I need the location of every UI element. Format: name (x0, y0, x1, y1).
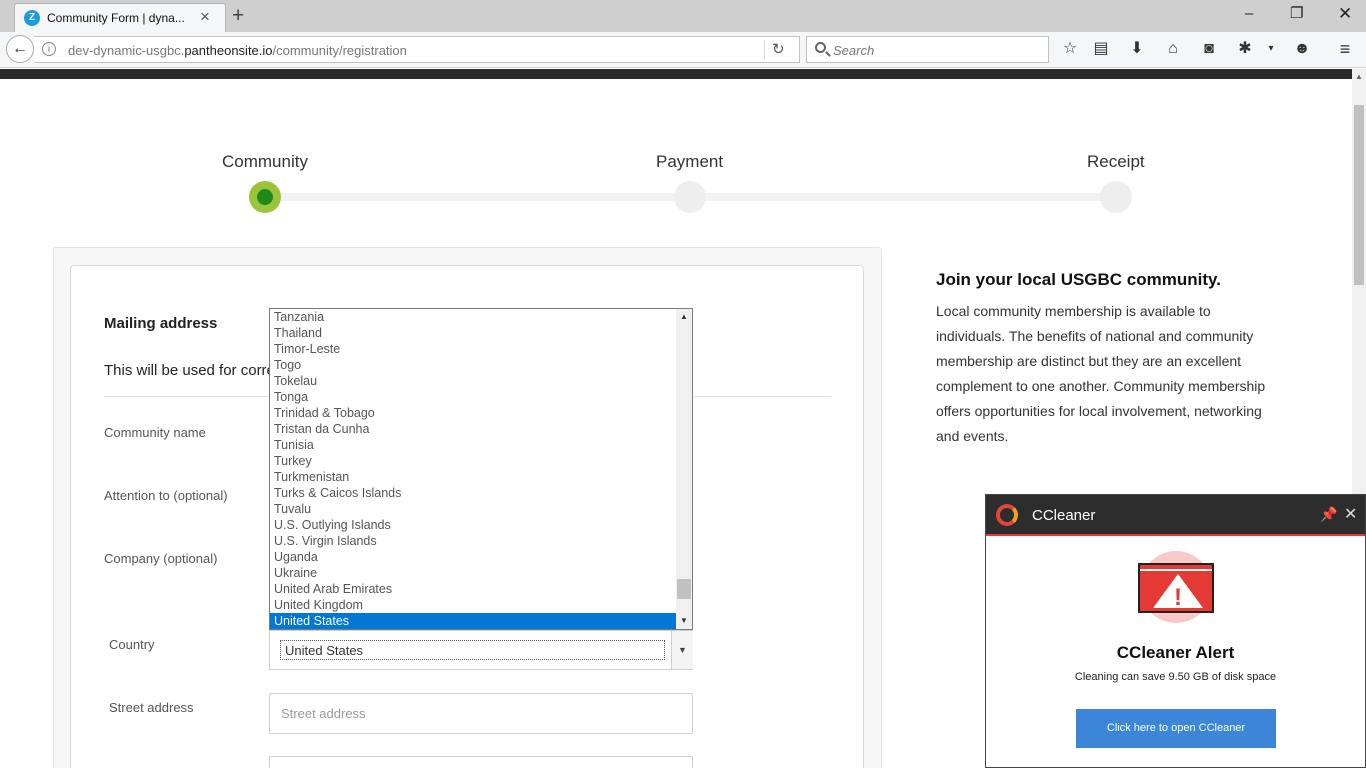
tab-close-icon[interactable]: × (200, 7, 210, 27)
navigation-bar: ← i dev-dynamic-usgbc.pantheonsite.io/co… (0, 32, 1366, 68)
section-description: This will be used for corre (104, 362, 270, 379)
menu-dropdown-icon[interactable]: ▾ (1260, 39, 1282, 59)
country-option[interactable]: Tonga (270, 389, 676, 405)
exclamation-icon: ! (1174, 584, 1182, 611)
country-option[interactable]: Turks & Caicos Islands (270, 485, 676, 501)
country-option[interactable]: Thailand (270, 325, 676, 341)
search-input[interactable]: Search (806, 36, 1049, 63)
country-option[interactable]: Tokelau (270, 373, 676, 389)
country-option[interactable]: United States (270, 613, 676, 629)
scroll-up-icon[interactable]: ▲ (1352, 69, 1366, 85)
scroll-thumb[interactable] (1354, 105, 1364, 285)
country-select-value: United States (280, 640, 665, 660)
url-text: dev-dynamic-usgbc.pantheonsite.io/commun… (68, 43, 407, 58)
star-icon[interactable]: ☆ (1059, 39, 1081, 59)
section-title: Mailing address (104, 315, 218, 332)
country-option[interactable]: Uganda (270, 549, 676, 565)
country-option[interactable]: Turkey (270, 453, 676, 469)
search-icon (815, 42, 826, 53)
country-option[interactable]: U.S. Virgin Islands (270, 533, 676, 549)
company-label: Company (optional) (104, 551, 218, 566)
ccleaner-title: CCleaner (1032, 507, 1096, 524)
country-label: Country (109, 637, 155, 652)
alert-text: Cleaning can save 9.50 GB of disk space (1074, 671, 1277, 683)
step-label-community: Community (222, 152, 308, 171)
alert-warning-icon: ! (1138, 563, 1214, 613)
attention-label: Attention to (optional) (104, 488, 228, 503)
info-icon[interactable]: i (42, 42, 56, 56)
reload-icon[interactable]: ↻ (772, 40, 785, 58)
browser-tab[interactable]: Z Community Form | dyna... × (14, 3, 226, 32)
country-select[interactable]: United States ▼ (269, 630, 693, 670)
site-favicon-icon: Z (24, 10, 40, 26)
ccleaner-logo-icon (996, 504, 1018, 526)
country-option[interactable]: Ukraine (270, 565, 676, 581)
country-option[interactable]: U.S. Outlying Islands (270, 517, 676, 533)
dropdown-scrollbar[interactable]: ▲ ▼ (676, 309, 692, 629)
download-icon[interactable]: ⬇ (1126, 39, 1148, 59)
street-address-placeholder: Street address (281, 706, 366, 721)
step-dot-payment (674, 181, 706, 213)
street-address-input[interactable]: Street address (269, 693, 693, 734)
country-option[interactable]: United Arab Emirates (270, 581, 676, 597)
extension-icon[interactable]: ✱ (1234, 39, 1256, 59)
screen: Z Community Form | dyna... × + – ❐ ✕ ← i… (0, 0, 1366, 768)
ccleaner-header: CCleaner 📌 ✕ (986, 495, 1365, 536)
country-option[interactable]: United Kingdom (270, 597, 676, 613)
info-title: Join your local USGBC community. (936, 270, 1221, 289)
tab-title: Community Form | dyna... (47, 11, 185, 25)
step-label-receipt: Receipt (1087, 152, 1145, 171)
country-option[interactable]: Trinidad & Tobago (270, 405, 676, 421)
street-address-label: Street address (109, 700, 194, 715)
window-close-icon[interactable]: ✕ (1338, 4, 1352, 24)
ccleaner-popup: CCleaner 📌 ✕ ! CCleaner Alert Cleaning c… (985, 494, 1366, 768)
home-icon[interactable]: ⌂ (1162, 39, 1184, 59)
country-option[interactable]: Timor-Leste (270, 341, 676, 357)
minimize-icon[interactable]: – (1245, 4, 1253, 24)
info-text: Local community membership is available … (936, 303, 1266, 444)
country-option[interactable]: Tanzania (270, 309, 676, 325)
step-dot-community (249, 181, 281, 213)
country-option[interactable]: Tuvalu (270, 501, 676, 517)
hamburger-menu-icon[interactable]: ≡ (1334, 39, 1356, 59)
scroll-down-icon[interactable]: ▼ (676, 613, 692, 629)
url-separator (764, 40, 765, 59)
dropdown-scroll-thumb[interactable] (677, 579, 691, 599)
pocket-icon[interactable]: ◙ (1198, 39, 1220, 59)
url-bar[interactable]: i dev-dynamic-usgbc.pantheonsite.io/comm… (34, 36, 800, 63)
country-option[interactable]: Turkmenistan (270, 469, 676, 485)
step-label-payment: Payment (656, 152, 724, 171)
pin-icon[interactable]: 📌 (1320, 506, 1337, 523)
country-dropdown-list[interactable]: Tanzania Thailand Timor-Leste Togo Tokelau To… (269, 308, 693, 630)
back-arrow-icon[interactable]: ← (6, 35, 34, 63)
site-header-bar (0, 69, 1352, 79)
alert-title: CCleaner Alert (1116, 643, 1235, 662)
scroll-up-icon[interactable]: ▲ (676, 309, 692, 325)
community-name-label: Community name (104, 425, 206, 440)
step-dot-receipt (1100, 181, 1132, 213)
street-address-2-input[interactable] (269, 756, 693, 768)
search-placeholder: Search (833, 43, 875, 58)
chevron-down-icon[interactable]: ▼ (671, 631, 693, 669)
country-option[interactable]: Tristan da Cunha (270, 421, 676, 437)
country-options: Tanzania Thailand Timor-Leste Togo Tokelau To… (270, 309, 676, 629)
smiley-icon[interactable]: ☻ (1291, 39, 1313, 59)
reading-list-icon[interactable]: ▤ (1090, 39, 1112, 59)
restore-icon[interactable]: ❐ (1290, 4, 1303, 24)
tab-bar: Z Community Form | dyna... × + – ❐ ✕ (0, 0, 1366, 32)
country-option[interactable]: Tunisia (270, 437, 676, 453)
new-tab-icon[interactable]: + (232, 3, 244, 29)
country-option[interactable]: Togo (270, 357, 676, 373)
open-ccleaner-button[interactable]: Click here to open CCleaner (1076, 709, 1276, 748)
close-icon[interactable]: ✕ (1344, 504, 1357, 524)
